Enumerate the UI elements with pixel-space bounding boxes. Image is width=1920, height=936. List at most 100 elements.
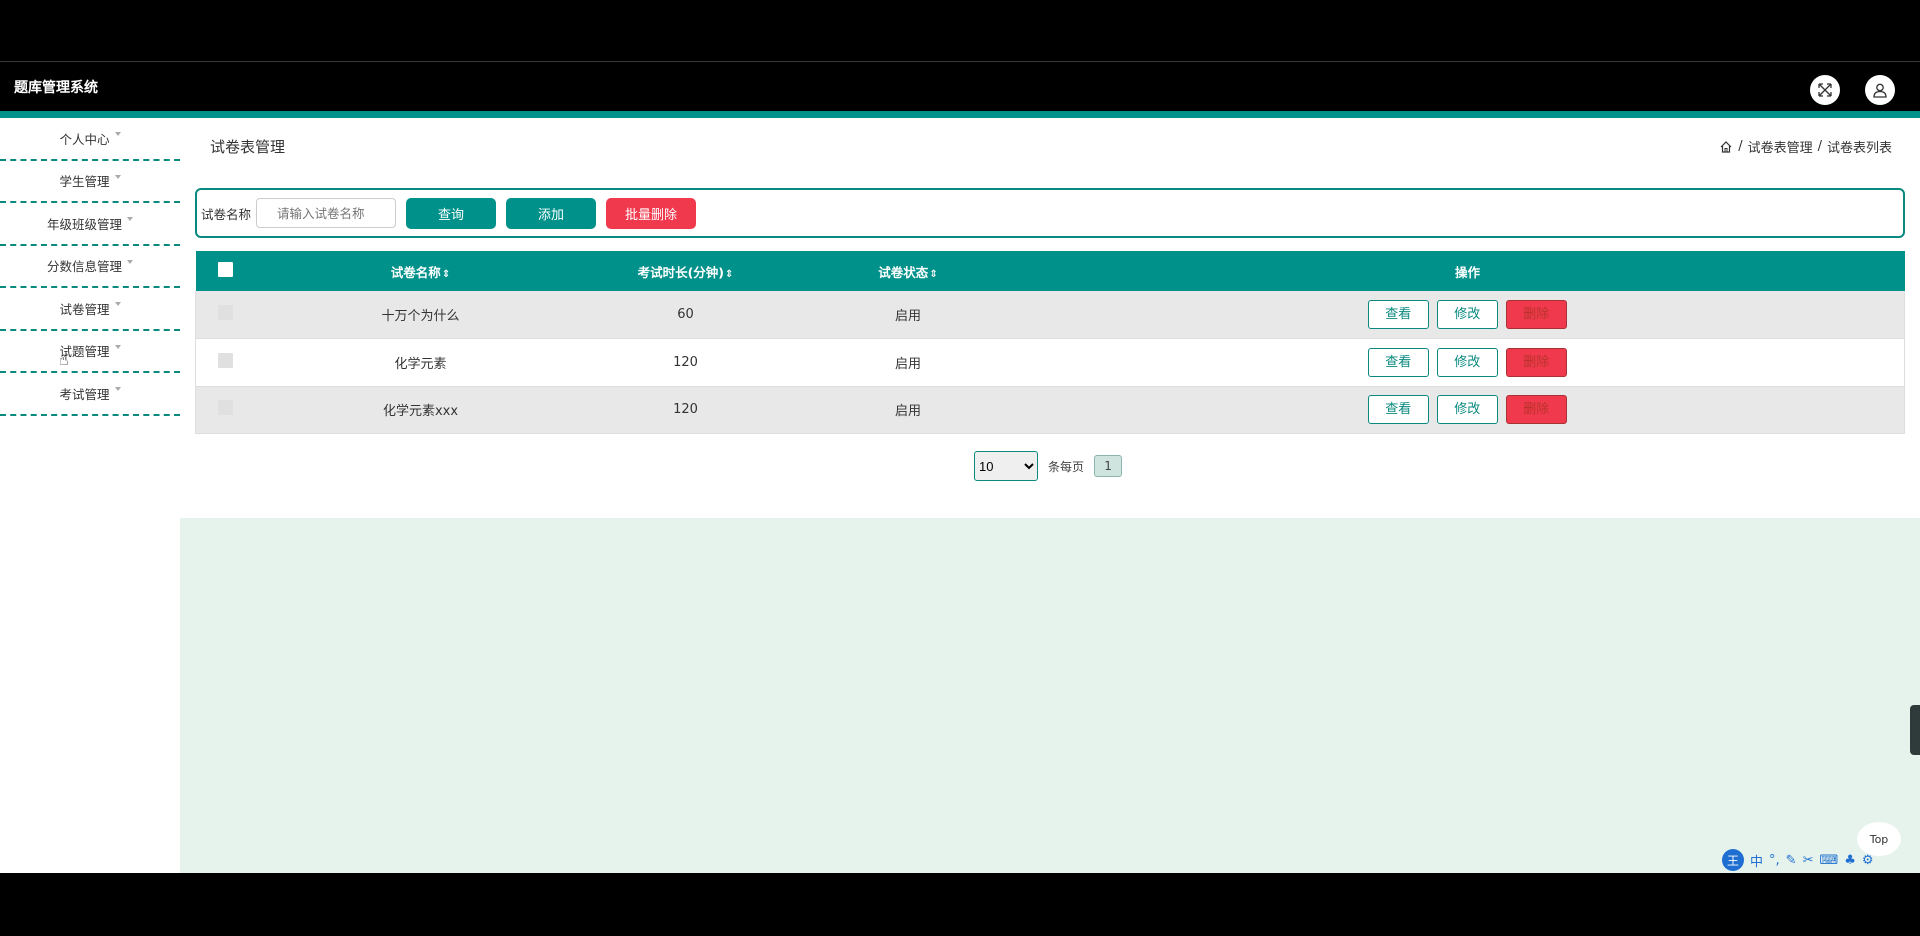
caret-down-icon (114, 344, 121, 349)
app-title: 题库管理系统 (14, 80, 98, 96)
content-background (180, 518, 1920, 873)
page-number-button[interactable]: 1 (1094, 455, 1123, 477)
skin-icon[interactable]: ♣ (1844, 853, 1856, 868)
breadcrumb-separator: / (1817, 139, 1822, 154)
cell-duration: 120 (585, 338, 786, 387)
home-icon[interactable] (1719, 140, 1733, 154)
table-row: 十万个为什么 60 启用 查看 修改 删除 (195, 291, 1905, 339)
edit-button[interactable]: 修改 (1436, 347, 1498, 377)
sidebar: 个人中心 学生管理 年级班级管理 分数信息管理 试卷管理 试题管理 考试管理 (0, 118, 180, 873)
sidebar-item-label: 试卷管理 (59, 301, 110, 317)
punctuation-icon[interactable]: °, (1769, 853, 1780, 868)
delete-button[interactable]: 删除 (1505, 395, 1567, 425)
column-header-label: 考试时长(分钟) (637, 264, 725, 280)
caret-down-icon (127, 259, 133, 264)
sidebar-item-questions[interactable]: 试题管理 (0, 331, 180, 373)
sidebar-item-label: 考试管理 (59, 386, 110, 402)
page-title: 试卷表管理 (210, 138, 286, 156)
query-button[interactable]: 查询 (406, 197, 497, 229)
cell-actions: 查看 修改 删除 (1030, 386, 1905, 434)
cell-status: 启用 (785, 386, 1031, 434)
fullscreen-button[interactable] (1810, 75, 1840, 105)
view-button[interactable]: 查看 (1367, 395, 1429, 425)
table-row: 化学元素xxx 120 启用 查看 修改 删除 (195, 386, 1905, 434)
breadcrumb: / 试卷表管理 / 试卷表列表 (1719, 137, 1892, 156)
row-checkbox[interactable] (218, 400, 234, 416)
keyboard-icon[interactable]: ⌨ (1819, 853, 1838, 868)
breadcrumb-separator: / (1738, 139, 1743, 154)
ime-mode-toggle[interactable]: 中 (1750, 851, 1763, 870)
caret-down-icon (127, 217, 133, 222)
select-all-checkbox[interactable] (218, 262, 233, 277)
sidebar-item-label: 学生管理 (59, 174, 110, 190)
per-page-label: 条每页 (1048, 459, 1085, 474)
ime-toolbar: 王 中 °, ✎ ✂ ⌨ ♣ ⚙ (1722, 849, 1874, 871)
sidebar-item-label: 分数信息管理 (46, 259, 122, 275)
cell-actions: 查看 修改 删除 (1030, 291, 1905, 339)
edit-button[interactable]: 修改 (1436, 395, 1498, 425)
sort-icon: ⇕ (441, 268, 451, 280)
user-avatar-button[interactable] (1865, 75, 1895, 105)
sidebar-item-papers[interactable]: 试卷管理 (0, 288, 180, 331)
main-content: 试卷表管理 / 试卷表管理 / 试卷表列表 试卷名称 查询 添加 批量删除 试卷… (180, 118, 1920, 518)
column-header-label: 试卷名称 (390, 264, 441, 280)
column-header-duration[interactable]: 考试时长(分钟)⇕ (585, 251, 786, 291)
sidebar-item-exams[interactable]: 考试管理 (0, 373, 180, 416)
column-header-label: 试卷状态 (878, 264, 929, 280)
sidebar-item-grades-classes[interactable]: 年级班级管理 (0, 203, 180, 246)
cell-duration: 120 (585, 386, 786, 434)
user-icon (1873, 83, 1887, 98)
cell-status: 启用 (785, 291, 1031, 339)
add-button[interactable]: 添加 (506, 197, 597, 229)
search-bar: 试卷名称 查询 添加 批量删除 (195, 188, 1905, 238)
sidebar-item-personal-center[interactable]: 个人中心 (0, 118, 180, 161)
search-label: 试卷名称 (201, 206, 252, 222)
page-size-select[interactable]: 10 (974, 451, 1038, 481)
column-header-label: 操作 (1454, 264, 1480, 280)
batch-delete-button[interactable]: 批量删除 (606, 197, 697, 229)
caret-down-icon (114, 174, 121, 179)
column-header-name[interactable]: 试卷名称⇕ (255, 251, 586, 291)
row-checkbox[interactable] (218, 305, 234, 320)
cell-name: 化学元素 (255, 338, 586, 387)
row-select-cell (195, 386, 256, 434)
scissors-icon[interactable]: ✂ (1803, 853, 1814, 868)
pen-icon[interactable]: ✎ (1786, 853, 1797, 868)
delete-button[interactable]: 删除 (1505, 300, 1567, 329)
column-header-status[interactable]: 试卷状态⇕ (785, 251, 1031, 291)
sort-icon: ⇕ (725, 268, 734, 280)
settings-icon[interactable]: ⚙ (1862, 853, 1874, 868)
sort-icon: ⇕ (929, 268, 938, 280)
side-panel-handle[interactable] (1910, 705, 1920, 755)
sidebar-item-label: 年级班级管理 (46, 216, 122, 232)
sidebar-item-students[interactable]: 学生管理 (0, 161, 180, 203)
column-header-actions: 操作 (1030, 251, 1905, 291)
sidebar-item-scores[interactable]: 分数信息管理 (0, 246, 180, 288)
row-checkbox[interactable] (218, 352, 234, 368)
cell-name: 十万个为什么 (255, 291, 586, 339)
caret-down-icon (114, 132, 121, 137)
edit-button[interactable]: 修改 (1436, 300, 1498, 329)
caret-down-icon (114, 387, 121, 392)
pagination: 10 条每页 1 (974, 451, 1123, 481)
view-button[interactable]: 查看 (1367, 300, 1429, 329)
table-row: 化学元素 120 启用 查看 修改 删除 (195, 338, 1905, 387)
window-bottom-bar (0, 873, 1920, 936)
cell-name: 化学元素xxx (255, 386, 586, 434)
breadcrumb-item-current: 试卷表列表 (1826, 141, 1892, 156)
breadcrumb-item[interactable]: 试卷表管理 (1748, 137, 1813, 156)
papers-table: 试卷名称⇕ 考试时长(分钟)⇕ 试卷状态⇕ 操作 十万个为什么 60 启用 查看… (195, 251, 1905, 434)
accent-strip (0, 111, 1920, 118)
ime-logo-icon[interactable]: 王 (1722, 849, 1744, 871)
paper-name-input[interactable] (256, 198, 397, 228)
cell-duration: 60 (585, 291, 786, 339)
table-header-row: 试卷名称⇕ 考试时长(分钟)⇕ 试卷状态⇕ 操作 (195, 251, 1905, 291)
delete-button[interactable]: 删除 (1505, 347, 1567, 377)
row-select-cell (195, 338, 256, 387)
caret-down-icon (114, 302, 121, 307)
window-top-bar (0, 0, 1920, 62)
view-button[interactable]: 查看 (1367, 347, 1429, 377)
row-select-cell (195, 291, 256, 339)
cell-actions: 查看 修改 删除 (1030, 338, 1905, 387)
select-all-header (195, 251, 256, 291)
